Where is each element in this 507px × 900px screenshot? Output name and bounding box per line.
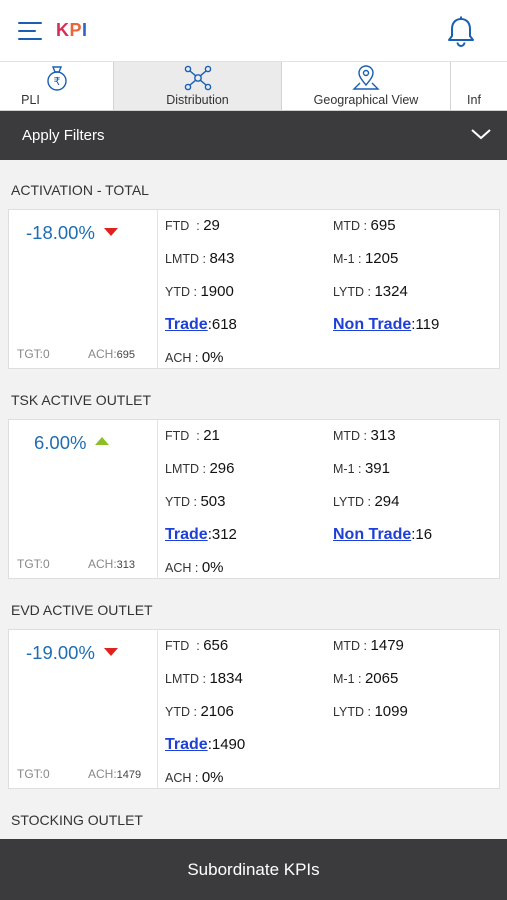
divider bbox=[157, 420, 158, 578]
non-trade-link[interactable]: Non Trade bbox=[333, 526, 411, 543]
trade-link[interactable]: Trade bbox=[165, 316, 208, 333]
m1-metric: M-1 : 1205 bbox=[333, 250, 399, 267]
non-trade-metric: Non Trade:119 bbox=[333, 316, 440, 333]
tab-info-label: Inf bbox=[467, 93, 481, 107]
kpi-tabs: ₹ PLI Distribution Geographical View Inf bbox=[0, 62, 507, 111]
money-bag-icon: ₹ bbox=[46, 66, 67, 91]
section-title-tsk-active-outlet: TSK ACTIVE OUTLET bbox=[11, 392, 152, 408]
ytd-metric: YTD : 1900 bbox=[165, 283, 234, 300]
trade-link[interactable]: Trade bbox=[165, 736, 208, 753]
ach-percent-metric: ACH : 0% bbox=[165, 559, 224, 576]
divider bbox=[157, 630, 158, 788]
section-title-stocking-outlet: STOCKING OUTLET bbox=[11, 812, 143, 828]
ftd-metric: FTD : 21 bbox=[165, 427, 220, 444]
apply-filters-bar[interactable]: Apply Filters bbox=[0, 111, 507, 160]
lmtd-metric: LMTD : 296 bbox=[165, 460, 235, 477]
tab-distribution[interactable]: Distribution bbox=[114, 62, 282, 110]
svg-text:₹: ₹ bbox=[53, 75, 60, 88]
lytd-metric: LYTD : 1324 bbox=[333, 283, 408, 300]
target-value: TGT:0 bbox=[17, 557, 50, 571]
tab-distribution-label: Distribution bbox=[166, 93, 229, 107]
achievement-value: ACH:313 bbox=[88, 557, 136, 571]
section-title-evd-active-outlet: EVD ACTIVE OUTLET bbox=[11, 602, 153, 618]
section-title-activation-total: ACTIVATION - TOTAL bbox=[11, 182, 149, 198]
lytd-metric: LYTD : 1099 bbox=[333, 703, 408, 720]
change-percent: -19.00% bbox=[26, 642, 118, 664]
map-pin-icon bbox=[352, 65, 380, 90]
non-trade-link[interactable]: Non Trade bbox=[333, 316, 411, 333]
ach-percent-metric: ACH : 0% bbox=[165, 769, 224, 786]
trend-down-icon bbox=[103, 648, 118, 656]
subordinate-kpis-label: Subordinate KPIs bbox=[187, 860, 320, 879]
lmtd-metric: LMTD : 1834 bbox=[165, 670, 243, 687]
lmtd-metric: LMTD : 843 bbox=[165, 250, 235, 267]
trade-metric: Trade:618 bbox=[165, 316, 237, 333]
app-header: KPI bbox=[0, 0, 507, 62]
trade-link[interactable]: Trade bbox=[165, 526, 208, 543]
kpi-card-evd-active-outlet[interactable]: -19.00% TGT:0 ACH:1479 FTD : 656 MTD : 1… bbox=[8, 629, 500, 789]
apply-filters-label: Apply Filters bbox=[22, 127, 105, 144]
change-percent: -18.00% bbox=[26, 222, 118, 244]
tab-info[interactable]: Inf bbox=[451, 62, 507, 110]
trend-up-icon bbox=[95, 437, 110, 445]
change-percent: 6.00% bbox=[34, 432, 110, 454]
kpi-card-tsk-active-outlet[interactable]: 6.00% TGT:0 ACH:313 FTD : 21 MTD : 313 L… bbox=[8, 419, 500, 579]
network-icon bbox=[184, 65, 211, 91]
divider bbox=[157, 210, 158, 368]
ytd-metric: YTD : 2106 bbox=[165, 703, 234, 720]
target-value: TGT:0 bbox=[17, 347, 50, 361]
ytd-metric: YTD : 503 bbox=[165, 493, 226, 510]
tab-pli[interactable]: ₹ PLI bbox=[0, 62, 114, 110]
trade-metric: Trade:1490 bbox=[165, 736, 246, 753]
mtd-metric: MTD : 695 bbox=[333, 217, 396, 234]
target-value: TGT:0 bbox=[17, 767, 50, 781]
m1-metric: M-1 : 2065 bbox=[333, 670, 399, 687]
non-trade-metric: Non Trade:16 bbox=[333, 526, 433, 543]
mtd-metric: MTD : 313 bbox=[333, 427, 396, 444]
kpi-card-activation-total[interactable]: -18.00% TGT:0 ACH:695 FTD : 29 MTD : 695… bbox=[8, 209, 500, 369]
app-logo: KPI bbox=[56, 20, 88, 40]
hamburger-menu-icon[interactable] bbox=[18, 20, 44, 42]
m1-metric: M-1 : 391 bbox=[333, 460, 390, 477]
ftd-metric: FTD : 29 bbox=[165, 217, 220, 234]
lytd-metric: LYTD : 294 bbox=[333, 493, 400, 510]
mtd-metric: MTD : 1479 bbox=[333, 637, 404, 654]
notification-bell-icon[interactable] bbox=[444, 15, 478, 49]
trend-down-icon bbox=[103, 228, 118, 236]
achievement-value: ACH:1479 bbox=[88, 767, 142, 781]
ach-percent-metric: ACH : 0% bbox=[165, 349, 224, 366]
trade-metric: Trade:312 bbox=[165, 526, 237, 543]
tab-pli-label: PLI bbox=[21, 93, 40, 107]
chevron-down-icon[interactable] bbox=[470, 127, 492, 141]
subordinate-kpis-button[interactable]: Subordinate KPIs bbox=[0, 839, 507, 900]
ftd-metric: FTD : 656 bbox=[165, 637, 229, 654]
achievement-value: ACH:695 bbox=[88, 347, 136, 361]
